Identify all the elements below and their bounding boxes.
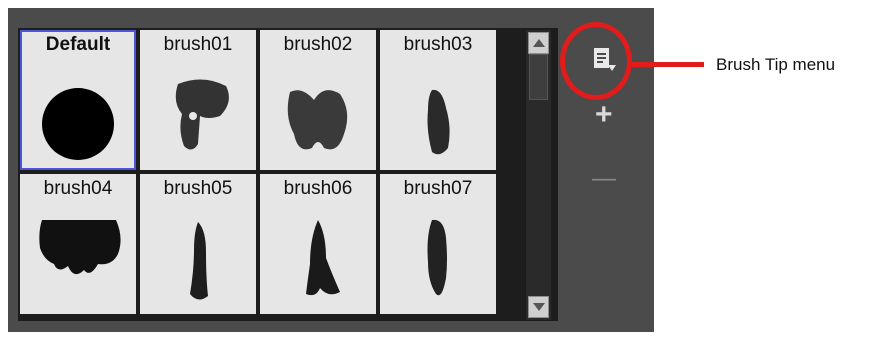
callout-circle [560,22,632,100]
brush-tile-brush07[interactable]: brush07 [380,174,496,314]
brush-tile-brush05[interactable]: brush05 [140,174,256,314]
brush-preview [427,89,450,155]
brush-tile-brush06[interactable]: brush06 [260,174,376,314]
brush-preview [427,219,447,296]
brush-label: brush06 [283,178,353,199]
arrow-up-icon [533,39,545,47]
brush-tip-grid: Default brush01 brush02 brush03 brush04 … [18,28,558,321]
brush-label: brush07 [403,178,473,199]
brush-preview-round [42,88,114,160]
callout-label: Brush Tip menu [716,55,836,74]
brush-tile-brush02[interactable]: brush02 [260,30,376,170]
brush-preview [306,220,340,296]
brush-grid-scrollbar[interactable] [526,30,551,320]
arrow-down-icon [533,303,545,311]
brush-preview [39,220,121,275]
brush-preview [190,222,208,300]
brush-tile-default[interactable]: Default [20,30,136,170]
brush-tile-brush01[interactable]: brush01 [140,30,256,170]
brush-label: brush01 [163,34,233,55]
callout-line [632,62,704,67]
brush-label: Default [45,34,111,55]
brush-preview [175,79,229,150]
brush-tile-brush03[interactable]: brush03 [380,30,496,170]
brush-preview [287,90,348,150]
brush-tile-brush04[interactable]: brush04 [20,174,136,314]
scroll-thumb[interactable] [529,54,548,100]
brush-label: brush02 [283,34,353,55]
remove-brush-button[interactable]: — [592,164,616,194]
add-brush-button[interactable]: + [595,100,613,130]
scroll-up-button[interactable] [528,32,549,54]
brush-label: brush03 [403,34,473,55]
brush-label: brush05 [163,178,233,199]
scroll-down-button[interactable] [528,296,549,318]
brush-label: brush04 [43,178,113,199]
